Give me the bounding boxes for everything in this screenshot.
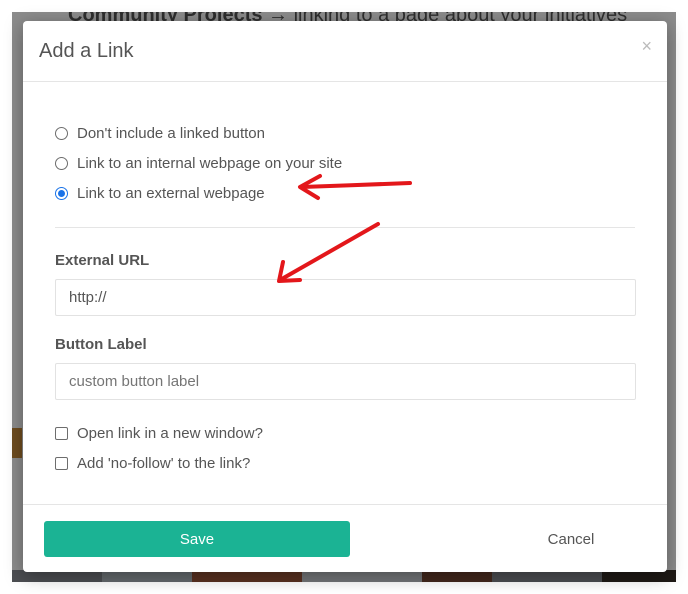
button-label-label: Button Label [55, 336, 147, 353]
no-follow-checkbox[interactable] [55, 456, 68, 470]
cancel-button[interactable]: Cancel [523, 521, 619, 557]
option-new-window[interactable]: Open link in a new window? [55, 418, 635, 448]
add-link-dialog: Add a Link × Don't include a linked butt… [23, 21, 667, 572]
option-internal-webpage-label: Link to an internal webpage on your site [77, 154, 343, 172]
dialog-body: Don't include a linked button Link to an… [23, 82, 667, 478]
radio-external-webpage[interactable] [55, 186, 68, 200]
no-follow-label: Add 'no-follow' to the link? [77, 454, 251, 472]
external-url-input[interactable] [55, 279, 636, 316]
external-url-label: External URL [55, 252, 150, 269]
button-label-input[interactable] [55, 363, 636, 400]
new-window-checkbox[interactable] [55, 426, 68, 440]
radio-internal-webpage[interactable] [55, 156, 68, 170]
link-type-radio-group: Don't include a linked button Link to an… [55, 82, 635, 208]
option-external-webpage-label: Link to an external webpage [77, 184, 265, 202]
save-button[interactable]: Save [44, 521, 350, 557]
dialog-header: Add a Link × [23, 21, 667, 82]
section-divider [55, 227, 635, 228]
radio-no-button[interactable] [55, 126, 68, 140]
option-no-follow[interactable]: Add 'no-follow' to the link? [55, 448, 635, 478]
dialog-footer: Save Cancel [23, 504, 667, 572]
option-internal-webpage[interactable]: Link to an internal webpage on your site [55, 148, 635, 178]
option-no-button[interactable]: Don't include a linked button [55, 118, 635, 148]
option-external-webpage[interactable]: Link to an external webpage [55, 178, 635, 208]
option-no-button-label: Don't include a linked button [77, 124, 265, 142]
dialog-title: Add a Link [39, 40, 134, 62]
new-window-label: Open link in a new window? [77, 424, 263, 442]
close-icon[interactable]: × [641, 37, 652, 55]
